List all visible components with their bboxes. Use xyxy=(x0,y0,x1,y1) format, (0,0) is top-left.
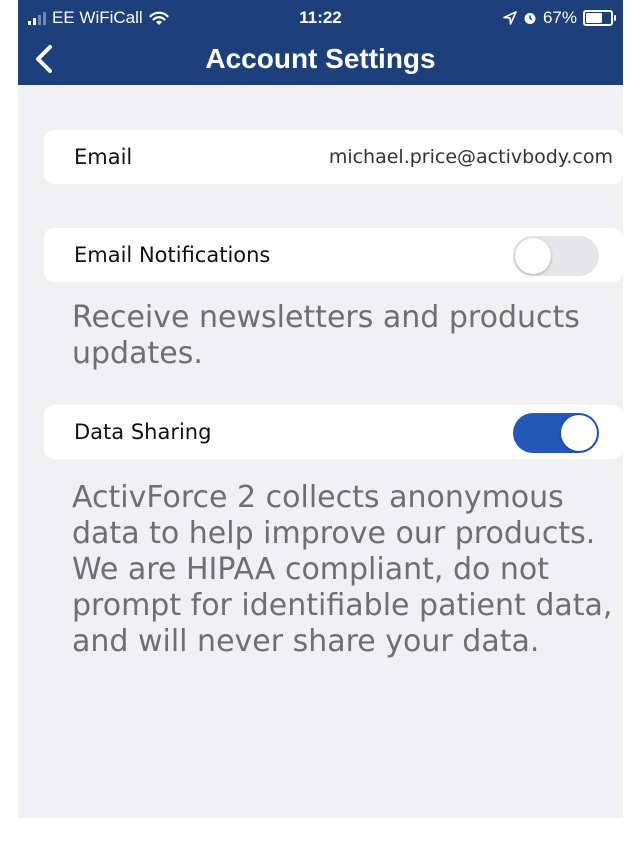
data-sharing-label: Data Sharing xyxy=(74,420,212,444)
top-bar: EE WiFiCall 11:22 67% Account Settings xyxy=(18,0,623,85)
email-label: Email xyxy=(74,145,133,169)
email-notifications-label: Email Notifications xyxy=(74,243,271,267)
email-notifications-row: Email Notifications xyxy=(44,228,623,282)
data-sharing-row: Data Sharing xyxy=(44,405,623,459)
battery-fill xyxy=(586,13,602,23)
nav-bar: Account Settings xyxy=(18,34,623,85)
location-icon xyxy=(503,11,517,25)
phone-screen: EE WiFiCall 11:22 67% Account Settings E… xyxy=(18,0,623,818)
email-row: Email michael.price@activbody.com xyxy=(44,130,623,184)
data-sharing-toggle[interactable] xyxy=(513,413,599,453)
page-title: Account Settings xyxy=(205,43,436,74)
email-notifications-toggle[interactable] xyxy=(513,236,599,276)
toggle-knob xyxy=(515,238,551,274)
battery-icon xyxy=(583,10,616,26)
status-right: 67% xyxy=(503,8,616,28)
toggle-knob xyxy=(561,415,597,451)
data-sharing-description: ActivForce 2 collects anonymous data to … xyxy=(72,480,613,659)
screen: EE WiFiCall 11:22 67% Account Settings E… xyxy=(0,0,635,844)
status-bar: EE WiFiCall 11:22 67% xyxy=(18,0,623,34)
email-notifications-description: Receive newsletters and products updates… xyxy=(72,300,580,371)
alarm-icon xyxy=(524,13,536,24)
battery-percent: 67% xyxy=(542,8,577,27)
email-value: michael.price@activbody.com xyxy=(328,146,613,168)
